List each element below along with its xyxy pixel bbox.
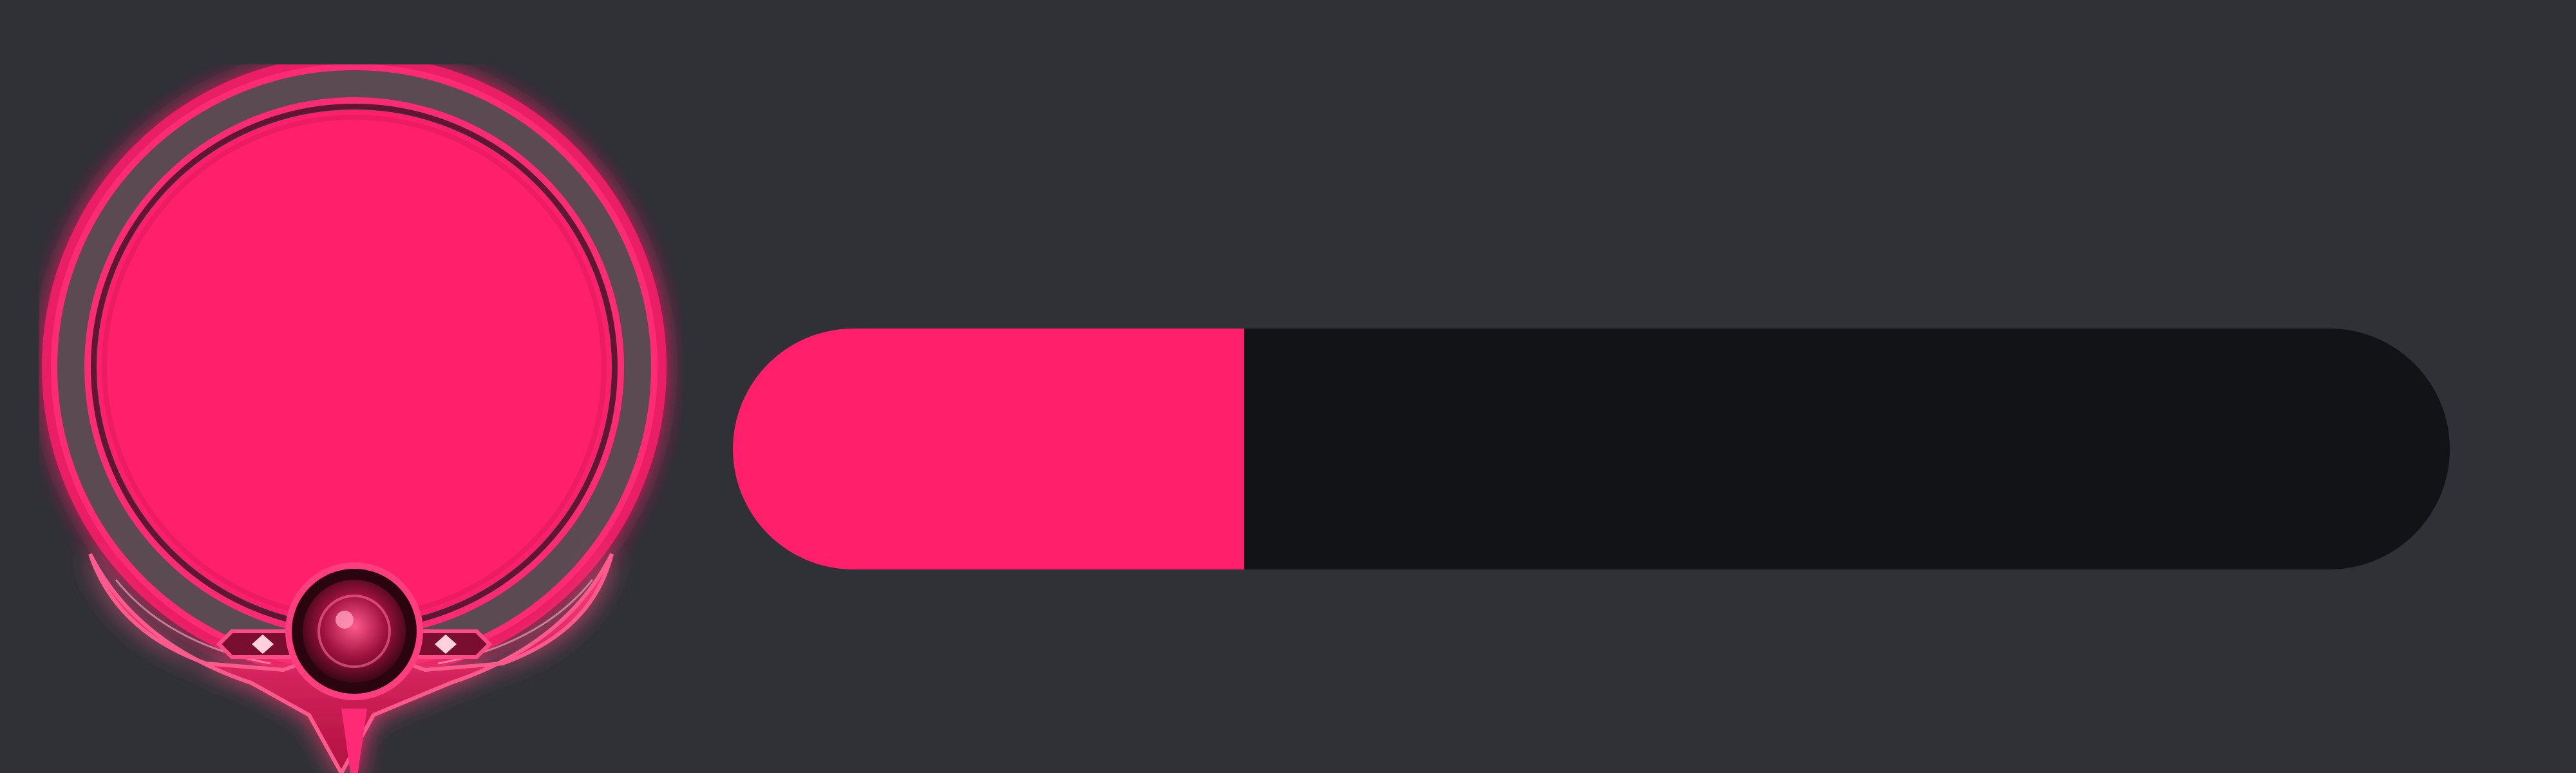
app-canvas [0,0,2576,773]
ornate-avatar-frame-icon [42,64,667,773]
progress-bar [733,329,2450,569]
avatar[interactable] [39,64,683,773]
progress-bar-fill [733,329,1245,569]
avatar-image [97,110,612,625]
